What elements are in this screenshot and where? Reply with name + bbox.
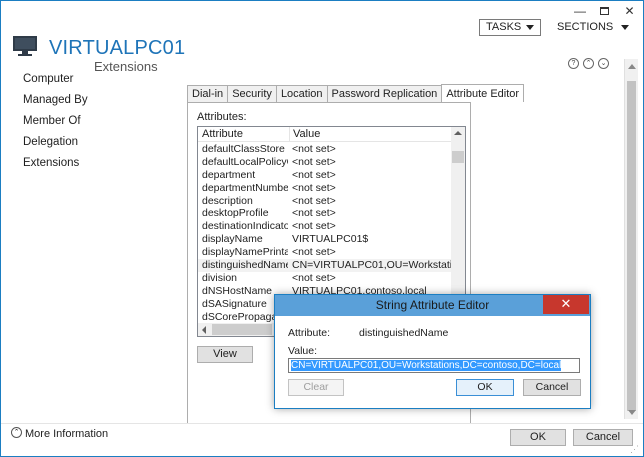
scroll-left-icon[interactable] (202, 326, 206, 334)
tab-dial-in[interactable]: Dial-in (187, 85, 229, 102)
attribute-value-cell: <not set> (292, 155, 336, 168)
attribute-name-cell: departmentNumber (202, 181, 288, 194)
attribute-value-cell: <not set> (292, 194, 336, 207)
resize-grip-icon[interactable]: ⋰ (630, 444, 639, 455)
attribute-value-cell: <not set> (292, 207, 336, 220)
more-information-link[interactable]: More Information (25, 428, 108, 440)
close-window-button[interactable]: ✕ (616, 1, 643, 21)
table-row[interactable]: displayName VIRTUALPC01$ (198, 233, 451, 246)
value-label: Value: (288, 345, 317, 357)
scroll-down-icon[interactable] (628, 410, 636, 415)
attribute-name-cell: department (202, 168, 256, 181)
dialog-close-button[interactable]: ✕ (543, 295, 589, 314)
expand-icon[interactable]: ⌃ (11, 427, 22, 438)
attribute-value-cell: <not set> (292, 271, 336, 284)
attribute-name-cell: description (202, 194, 253, 207)
chevron-down-icon (621, 24, 630, 30)
table-row[interactable]: departmentNumber <not set> (198, 182, 451, 195)
nav-item-managed-by[interactable]: Managed By (23, 93, 93, 114)
attribute-name-cell: distinguishedName (202, 259, 288, 272)
nav-item-extensions[interactable]: Extensions (23, 156, 93, 177)
attribute-name-cell: defaultClassStore (202, 143, 285, 155)
attribute-value-cell: VIRTUALPC01$ (292, 233, 369, 246)
table-row[interactable]: description <not set> (198, 195, 451, 208)
attribute-name-cell: defaultLocalPolicyObj... (202, 155, 288, 168)
scroll-thumb[interactable] (627, 81, 636, 411)
table-row[interactable]: displayNamePrintable <not set> (198, 246, 451, 259)
attribute-name-cell: destinationIndicator (202, 220, 288, 233)
dialog-cancel-button[interactable]: Cancel (523, 379, 581, 396)
attribute-label: Attribute: (288, 327, 331, 339)
attribute-value-cell: <not set> (292, 143, 336, 155)
chevron-down-icon (526, 25, 534, 30)
attribute-value-cell: <not set> (292, 181, 336, 194)
tab-location[interactable]: Location (275, 85, 328, 102)
column-header-value[interactable]: Value (289, 127, 320, 142)
list-vertical-scrollbar[interactable] (451, 127, 465, 320)
dialog-ok-button[interactable]: OK (456, 379, 514, 396)
tab-security[interactable]: Security (227, 85, 277, 102)
page-vertical-scrollbar[interactable] (624, 59, 638, 419)
attribute-value-cell: CN=VIRTUALPC01,OU=Workstations,DC=co (292, 259, 454, 272)
attributes-caption: Attributes: (197, 111, 247, 123)
table-row[interactable]: division <not set> (198, 272, 451, 285)
ok-button[interactable]: OK (510, 429, 566, 446)
attribute-name-cell: division (202, 271, 238, 284)
dialog-body: Attribute: distinguishedName Value: CN=V… (275, 316, 590, 408)
sections-dropdown[interactable]: SECTIONS (557, 21, 630, 33)
attribute-name-cell: desktopProfile (202, 207, 269, 220)
close-icon: ✕ (560, 296, 572, 311)
cancel-button[interactable]: Cancel (573, 429, 633, 446)
clear-button[interactable]: Clear (288, 379, 344, 396)
tab-strip: Dial-in Security Location Password Repli… (187, 84, 525, 103)
attribute-value-cell: <not set> (292, 246, 336, 259)
maximize-icon (599, 7, 609, 15)
table-row[interactable]: department <not set> (198, 169, 451, 182)
computer-icon (13, 36, 37, 56)
attribute-name-cell: displayName (202, 233, 263, 246)
collapse-icon[interactable]: ⌃ (583, 58, 594, 69)
title-bar: — ✕ (1, 1, 643, 23)
section-heading: Extensions (94, 59, 158, 74)
column-header-attribute[interactable]: Attribute (202, 128, 243, 140)
table-row[interactable]: destinationIndicator <not set> (198, 220, 451, 233)
value-text: CN=VIRTUALPC01,OU=Workstations,DC=contos… (291, 360, 562, 371)
minimize-button[interactable]: — (568, 1, 592, 21)
table-row[interactable]: desktopProfile <not set> (198, 207, 451, 220)
tasks-label: TASKS (486, 21, 522, 33)
scroll-up-icon[interactable] (454, 131, 462, 135)
attribute-value-cell: <not set> (292, 220, 336, 233)
list-header: Attribute Value (198, 127, 451, 142)
sidebar-nav: Computer Managed By Member Of Delegation… (23, 72, 93, 177)
string-attribute-editor-dialog: String Attribute Editor ✕ Attribute: dis… (274, 294, 591, 409)
sections-label: SECTIONS (557, 21, 614, 33)
tasks-dropdown[interactable]: TASKS (479, 19, 541, 36)
help-icon[interactable]: ? (568, 58, 579, 69)
tab-password-replication[interactable]: Password Replication (326, 85, 443, 102)
table-row[interactable]: distinguishedName CN=VIRTUALPC01,OU=Works… (198, 259, 454, 272)
nav-item-computer[interactable]: Computer (23, 72, 93, 93)
table-row[interactable]: defaultLocalPolicyObj... <not set> (198, 156, 451, 169)
attribute-name: distinguishedName (359, 327, 449, 339)
nav-item-member-of[interactable]: Member Of (23, 114, 93, 135)
chevron-down-circle-icon[interactable]: ⌄ (598, 58, 609, 69)
table-row[interactable]: defaultClassStore <not set> (198, 143, 451, 156)
page-title: VIRTUALPC01 (49, 37, 186, 59)
scroll-thumb[interactable] (452, 151, 464, 163)
tab-attribute-editor[interactable]: Attribute Editor (441, 84, 525, 102)
nav-item-delegation[interactable]: Delegation (23, 135, 93, 156)
scroll-up-icon[interactable] (628, 64, 636, 69)
attribute-name-cell: displayNamePrintable (202, 246, 288, 259)
attribute-value-cell: <not set> (292, 168, 336, 181)
scroll-thumb[interactable] (212, 324, 272, 335)
properties-window: — ✕ VIRTUALPC01 TASKS SECTIONS Computer … (0, 0, 644, 457)
maximize-button[interactable] (592, 1, 616, 21)
section-controls: ? ⌃ ⌄ (568, 58, 609, 69)
value-input[interactable]: CN=VIRTUALPC01,OU=Workstations,DC=contos… (288, 358, 580, 373)
view-button[interactable]: View (197, 346, 253, 363)
